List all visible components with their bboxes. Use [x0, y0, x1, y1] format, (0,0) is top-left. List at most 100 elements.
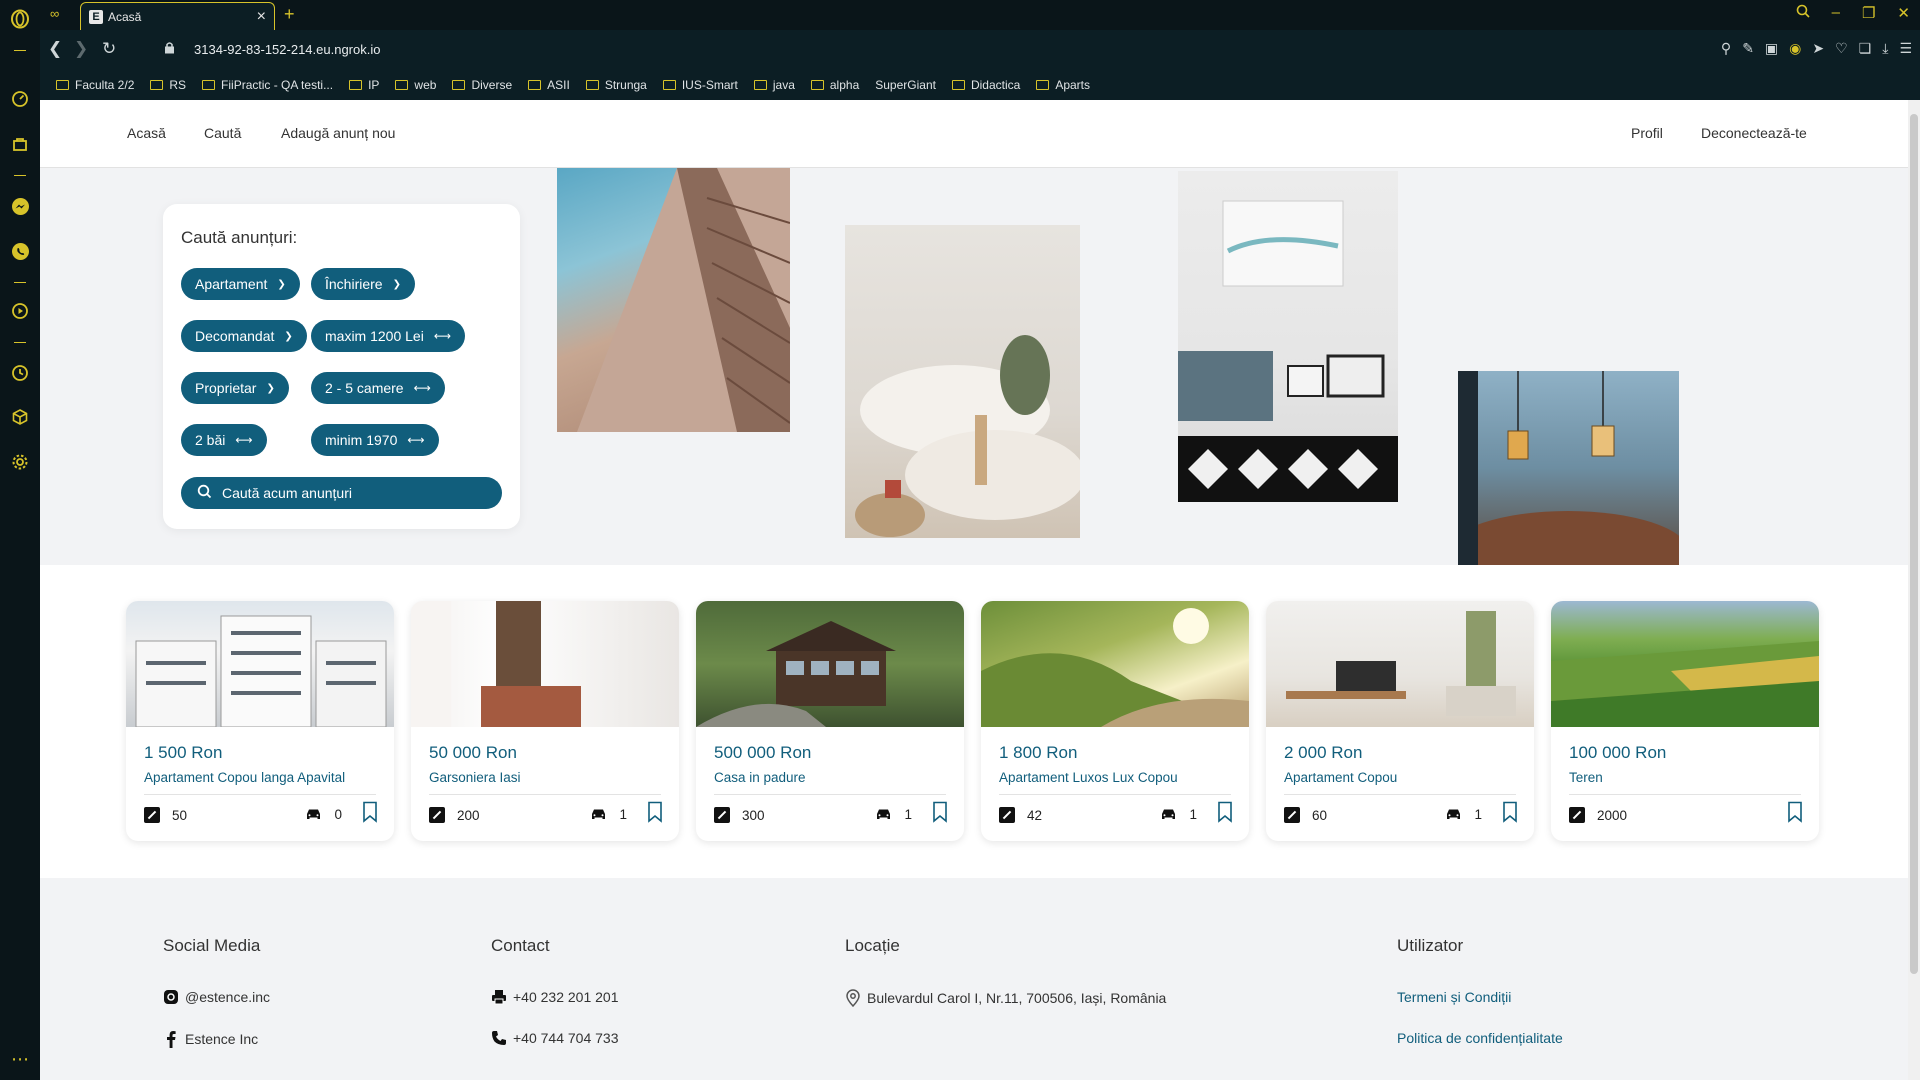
- close-tab-icon[interactable]: ×: [257, 8, 266, 26]
- nav-profile-link[interactable]: Profil: [1631, 125, 1663, 141]
- bookmark-heart-icon[interactable]: ♡: [1835, 40, 1848, 57]
- bookmark-icon[interactable]: [932, 801, 948, 823]
- back-icon[interactable]: ❮: [48, 39, 62, 59]
- folder-icon: [395, 80, 409, 90]
- close-window-icon[interactable]: ✕: [1897, 4, 1910, 22]
- bookmark-icon[interactable]: [1217, 801, 1233, 823]
- area-icon: [999, 807, 1015, 823]
- search-page-icon[interactable]: ⚲: [1721, 40, 1731, 57]
- bookmark-icon[interactable]: [1502, 801, 1518, 823]
- url-field[interactable]: 3134-92-83-152-214.eu.ngrok.io: [194, 42, 380, 57]
- more-dots-icon[interactable]: ⋯: [9, 1048, 31, 1070]
- bookmark-folder[interactable]: alpha: [810, 78, 859, 92]
- history-icon[interactable]: [9, 362, 31, 384]
- car-icon: [1447, 809, 1461, 819]
- extensions-cube-icon[interactable]: ❏: [1859, 40, 1872, 57]
- workspaces-icon[interactable]: ∞: [50, 6, 59, 21]
- search-tabs-icon[interactable]: [1796, 4, 1810, 22]
- fax-contact[interactable]: +40 232 201 201: [491, 989, 619, 1005]
- baths-range-filter[interactable]: 2 băi ⟷: [181, 424, 267, 456]
- bookmark-folder[interactable]: Diverse: [452, 78, 512, 92]
- listing-price: 1 800 Ron: [999, 743, 1078, 762]
- bookmark-icon[interactable]: [647, 801, 663, 823]
- listing-card[interactable]: 500 000 Ron Casa in padure 300 1: [696, 601, 964, 841]
- reload-icon[interactable]: ↻: [102, 39, 116, 59]
- scrollbar-thumb[interactable]: [1910, 114, 1918, 974]
- new-tab-icon[interactable]: +: [284, 4, 295, 25]
- hero-interior-map-photo: [1178, 171, 1398, 502]
- sidebar-divider: [14, 50, 26, 51]
- partitioning-dropdown[interactable]: Decomandat ❯: [181, 320, 307, 352]
- featured-listings: 1 500 Ron Apartament Copou langa Apavita…: [40, 565, 1908, 878]
- bookmark-folder[interactable]: Didactica: [951, 78, 1020, 92]
- nav-home-link[interactable]: Acasă: [127, 125, 166, 141]
- extensions-cube-icon[interactable]: [9, 406, 31, 428]
- bookmark-folder[interactable]: Aparts: [1036, 78, 1090, 92]
- folder-icon: [1036, 80, 1050, 90]
- property-type-dropdown[interactable]: Apartament ❯: [181, 268, 300, 300]
- address-bar: ❮ ❯ ↻ 3134-92-83-152-214.eu.ngrok.io ⚲ ✎…: [40, 30, 1920, 70]
- instagram-link[interactable]: @estence.inc: [163, 989, 270, 1005]
- vpn-shield-icon[interactable]: ◉: [1789, 40, 1801, 57]
- nav-search-link[interactable]: Caută: [204, 125, 241, 141]
- phone-icon: [492, 1031, 506, 1045]
- transaction-type-dropdown[interactable]: Închiriere ❯: [311, 268, 415, 300]
- bookmark-folder[interactable]: RS: [150, 78, 186, 92]
- bookmark-folder[interactable]: web: [395, 78, 436, 92]
- page-viewport: Acasă Caută Adaugă anunț nou Profil Deco…: [40, 100, 1908, 1080]
- download-icon[interactable]: ⤓: [1882, 40, 1888, 57]
- bookmark-folder[interactable]: Faculta 2/2: [56, 78, 134, 92]
- listing-photo: [126, 601, 394, 728]
- bookmark-folder[interactable]: IUS-Smart: [662, 78, 738, 92]
- folder-icon: [202, 80, 216, 90]
- forward-icon[interactable]: ❯: [74, 39, 88, 59]
- restore-icon[interactable]: ❐: [1862, 4, 1875, 22]
- car-icon: [1162, 809, 1176, 819]
- settings-gear-icon[interactable]: [9, 451, 31, 473]
- send-flow-icon[interactable]: ➤: [1812, 40, 1824, 57]
- search-now-button[interactable]: Caută acum anunțuri: [181, 477, 502, 509]
- edit-icon[interactable]: ✎: [1742, 40, 1754, 57]
- listing-title: Garsoniera Iasi: [429, 770, 521, 785]
- tab-active[interactable]: E Acasă ×: [80, 2, 275, 30]
- whatsapp-icon[interactable]: [9, 240, 31, 262]
- snapshot-camera-icon[interactable]: ▣: [1765, 40, 1778, 57]
- bookmark-folder[interactable]: Strunga: [585, 78, 647, 92]
- messenger-icon[interactable]: [9, 195, 31, 217]
- footer-social-heading: Social Media: [163, 936, 261, 955]
- lock-icon[interactable]: [164, 41, 175, 57]
- opera-logo-icon[interactable]: [9, 8, 31, 30]
- listing-card[interactable]: 50 000 Ron Garsoniera Iasi 200 1: [411, 601, 679, 841]
- hero-building-photo: [557, 168, 790, 432]
- facebook-link[interactable]: Estence Inc: [163, 1030, 258, 1048]
- rooms-range-filter[interactable]: 2 - 5 camere ⟷: [311, 372, 445, 404]
- listing-card[interactable]: 100 000 Ron Teren 2000: [1551, 601, 1819, 841]
- listing-card[interactable]: 1 800 Ron Apartament Luxos Lux Copou 42 …: [981, 601, 1249, 841]
- bookmark-link[interactable]: SuperGiant: [875, 78, 936, 92]
- nav-add-listing-link[interactable]: Adaugă anunț nou: [281, 125, 395, 141]
- price-range-filter[interactable]: maxim 1200 Lei ⟷: [311, 320, 466, 352]
- folder-icon: [585, 80, 599, 90]
- bookmark-folder[interactable]: ASII: [528, 78, 570, 92]
- easy-setup-icon[interactable]: ☰: [1899, 40, 1912, 57]
- bookmark-folder[interactable]: IP: [349, 78, 379, 92]
- terms-link[interactable]: Termeni și Condiții: [1397, 989, 1511, 1005]
- bookmark-folder[interactable]: FiiPractic - QA testi...: [202, 78, 333, 92]
- listing-price: 100 000 Ron: [1569, 743, 1667, 762]
- minimize-icon[interactable]: –: [1832, 4, 1840, 22]
- bookmark-folder[interactable]: java: [753, 78, 795, 92]
- listing-card[interactable]: 2 000 Ron Apartament Copou 60 1: [1266, 601, 1534, 841]
- shopping-bag-icon[interactable]: [9, 133, 31, 155]
- card-divider: [1569, 794, 1801, 795]
- listing-card[interactable]: 1 500 Ron Apartament Copou langa Apavita…: [126, 601, 394, 841]
- phone-contact[interactable]: +40 744 704 733: [491, 1030, 619, 1046]
- speed-dial-icon[interactable]: [9, 88, 31, 110]
- page-scrollbar[interactable]: [1908, 100, 1920, 1080]
- year-range-filter[interactable]: minim 1970 ⟷: [311, 424, 439, 456]
- nav-logout-link[interactable]: Deconectează-te: [1701, 125, 1807, 141]
- privacy-policy-link[interactable]: Politica de confidențialitate: [1397, 1030, 1563, 1046]
- seller-type-dropdown[interactable]: Proprietar ❯: [181, 372, 289, 404]
- bookmark-icon[interactable]: [362, 801, 378, 823]
- player-icon[interactable]: [9, 300, 31, 322]
- bookmark-icon[interactable]: [1787, 801, 1803, 823]
